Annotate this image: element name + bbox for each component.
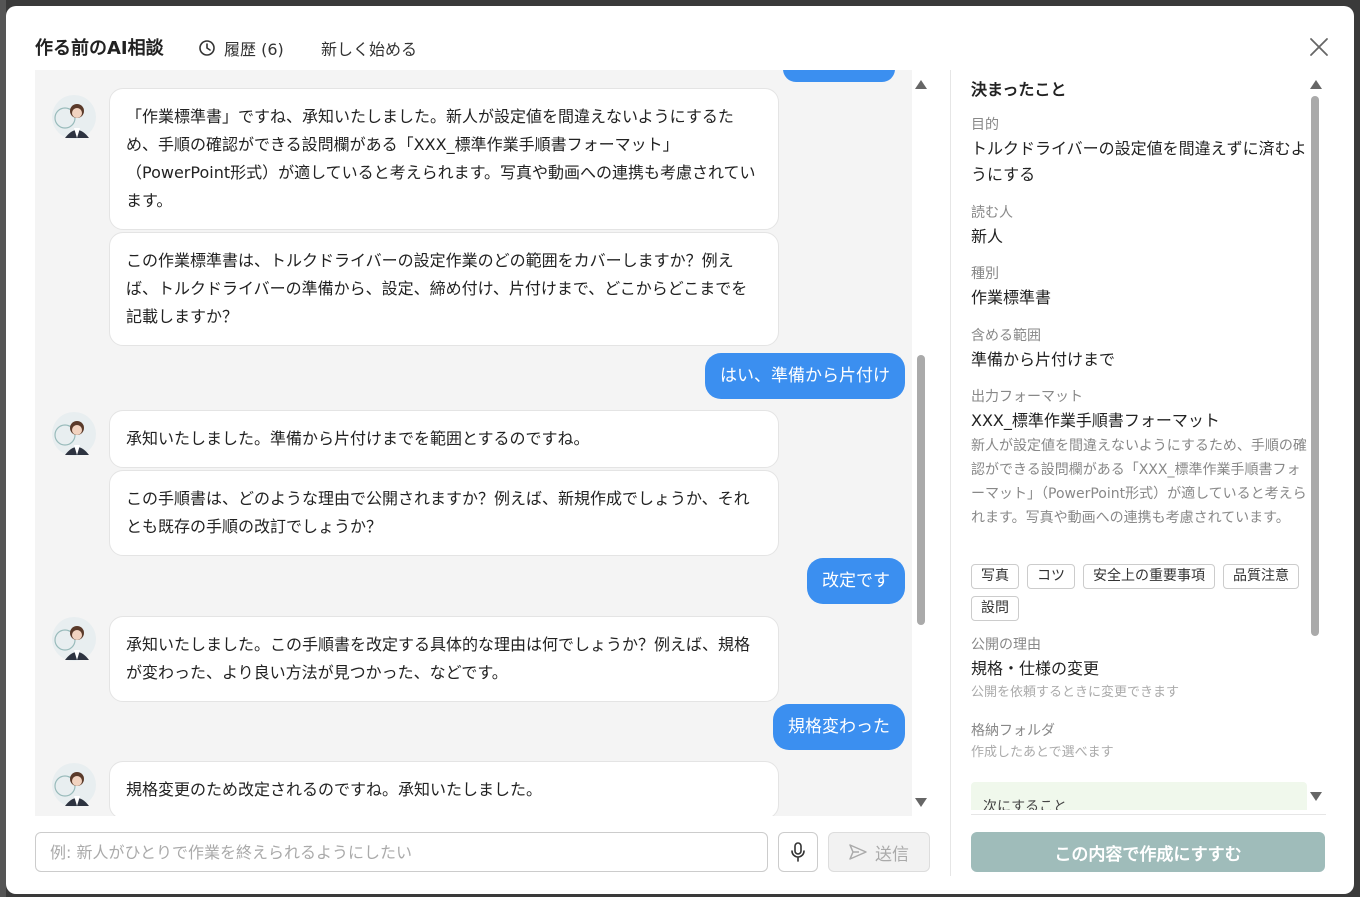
chat-scrollbar[interactable] (912, 70, 928, 816)
scope-label: 含める範囲 (971, 328, 1041, 344)
format-value: XXX_標準作業手順書フォーマット (971, 411, 1220, 430)
tag: 安全上の重要事項 (1083, 564, 1215, 589)
ai-consult-dialog: 作る前のAI相談 履歴 (6) 新しく始める 「作業標準書」ですね、承知いたしま… (6, 6, 1354, 894)
new-start-button[interactable]: 新しく始める (321, 36, 417, 60)
user-message: 改定です (807, 558, 905, 604)
panel-scroll-down-icon[interactable] (1310, 792, 1322, 801)
reason-value: 規格・仕様の変更 (971, 659, 1100, 678)
kind-field: 種別 作業標準書 (971, 263, 1307, 311)
history-button[interactable]: 履歴 (6) (198, 36, 284, 60)
panel-divider (950, 70, 951, 876)
format-label: 出力フォーマット (971, 389, 1083, 405)
chat-log[interactable]: 「作業標準書」ですね、承知いたしました。新人が設定値を間違えないようにするため、… (35, 70, 925, 816)
clock-icon (199, 40, 215, 56)
ai-avatar (52, 95, 96, 139)
reason-label: 公開の理由 (971, 637, 1041, 653)
history-label: 履歴 (6) (224, 40, 284, 59)
folder-hint: 作成したあとで選べます (971, 745, 1114, 760)
panel-scroll-up-icon[interactable] (1310, 80, 1322, 89)
ai-message: この作業標準書は、トルクドライバーの設定作業のどの範囲をカバーしますか？例えば、… (109, 232, 779, 346)
tag: 設問 (971, 596, 1019, 621)
reader-value: 新人 (971, 227, 1004, 246)
panel-footer-divider (971, 814, 1326, 815)
previous-user-bubble (783, 70, 895, 82)
reader-label: 読む人 (971, 205, 1013, 221)
next-steps-label: 次にすること (983, 799, 1068, 810)
message-input[interactable] (35, 832, 768, 872)
scope-field: 含める範囲 準備から片付けまで (971, 325, 1307, 373)
tag: 品質注意 (1223, 564, 1299, 589)
scroll-down-arrow-icon[interactable] (915, 798, 927, 807)
reader-field: 読む人 新人 (971, 202, 1307, 250)
ai-message: 「作業標準書」ですね、承知いたしました。新人が設定値を間違えないようにするため、… (109, 88, 779, 230)
send-button[interactable]: 送信 (828, 832, 930, 872)
send-label: 送信 (875, 844, 909, 865)
ai-message: この手順書は、どのような理由で公開されますか？例えば、新規作成でしょうか、それと… (109, 470, 779, 556)
send-icon (849, 844, 867, 860)
ai-avatar (52, 412, 96, 456)
kind-value: 作業標準書 (971, 288, 1052, 307)
tag: 写真 (971, 564, 1019, 589)
user-message: 規格変わった (773, 704, 905, 750)
ai-avatar (52, 763, 96, 807)
scroll-up-arrow-icon[interactable] (915, 80, 927, 89)
tag: コツ (1027, 564, 1075, 589)
ai-message: 承知いたしました。この手順書を改定する具体的な理由は何でしょうか？例えば、規格が… (109, 616, 779, 702)
format-note: 新人が設定値を間違えないようにするため、手順の確認ができる設問欄がある「XXX_… (971, 438, 1307, 526)
folder-field: 格納フォルダ 作成したあとで選べます (971, 720, 1307, 764)
panel-scroll-thumb[interactable] (1311, 96, 1319, 636)
purpose-label: 目的 (971, 117, 999, 133)
microphone-icon (791, 842, 805, 862)
purpose-value: トルクドライバーの設定値を間違えずに済むようにする (971, 139, 1307, 184)
purpose-field: 目的 トルクドライバーの設定値を間違えずに済むようにする (971, 114, 1307, 188)
ai-message: 承知いたしました。準備から片付けまでを範囲とするのですね。 (109, 410, 779, 468)
chat-scroll-thumb[interactable] (917, 355, 925, 625)
create-button[interactable]: この内容で作成にすすむ (971, 832, 1325, 872)
folder-label: 格納フォルダ (971, 723, 1055, 739)
scope-value: 準備から片付けまで (971, 350, 1116, 369)
dialog-header: 作る前のAI相談 履歴 (6) 新しく始める (6, 6, 1354, 70)
ai-message: 規格変更のため改定されるのですね。承知いたしました。 (109, 761, 779, 816)
next-steps-box: 次にすること (971, 782, 1307, 810)
decisions-panel[interactable]: 決まったこと 目的 トルクドライバーの設定値を間違えずに済むようにする 読む人 … (971, 70, 1311, 810)
format-field: 出力フォーマット XXX_標準作業手順書フォーマット 新人が設定値を間違えないよ… (971, 386, 1307, 530)
panel-scrollbar[interactable] (1306, 70, 1326, 810)
decisions-heading: 決まったこと (971, 80, 1067, 99)
reason-hint: 公開を依頼するときに変更できます (971, 685, 1180, 700)
user-message: はい、準備から片付け (705, 353, 905, 399)
close-icon[interactable] (1308, 36, 1330, 58)
mic-button[interactable] (778, 832, 818, 872)
reason-field: 公開の理由 規格・仕様の変更 公開を依頼するときに変更できます (971, 634, 1307, 704)
dialog-title: 作る前のAI相談 (35, 38, 164, 59)
kind-label: 種別 (971, 266, 999, 282)
ai-avatar (52, 617, 96, 661)
format-tags: 写真 コツ 安全上の重要事項 品質注意 設問 (971, 564, 1311, 621)
